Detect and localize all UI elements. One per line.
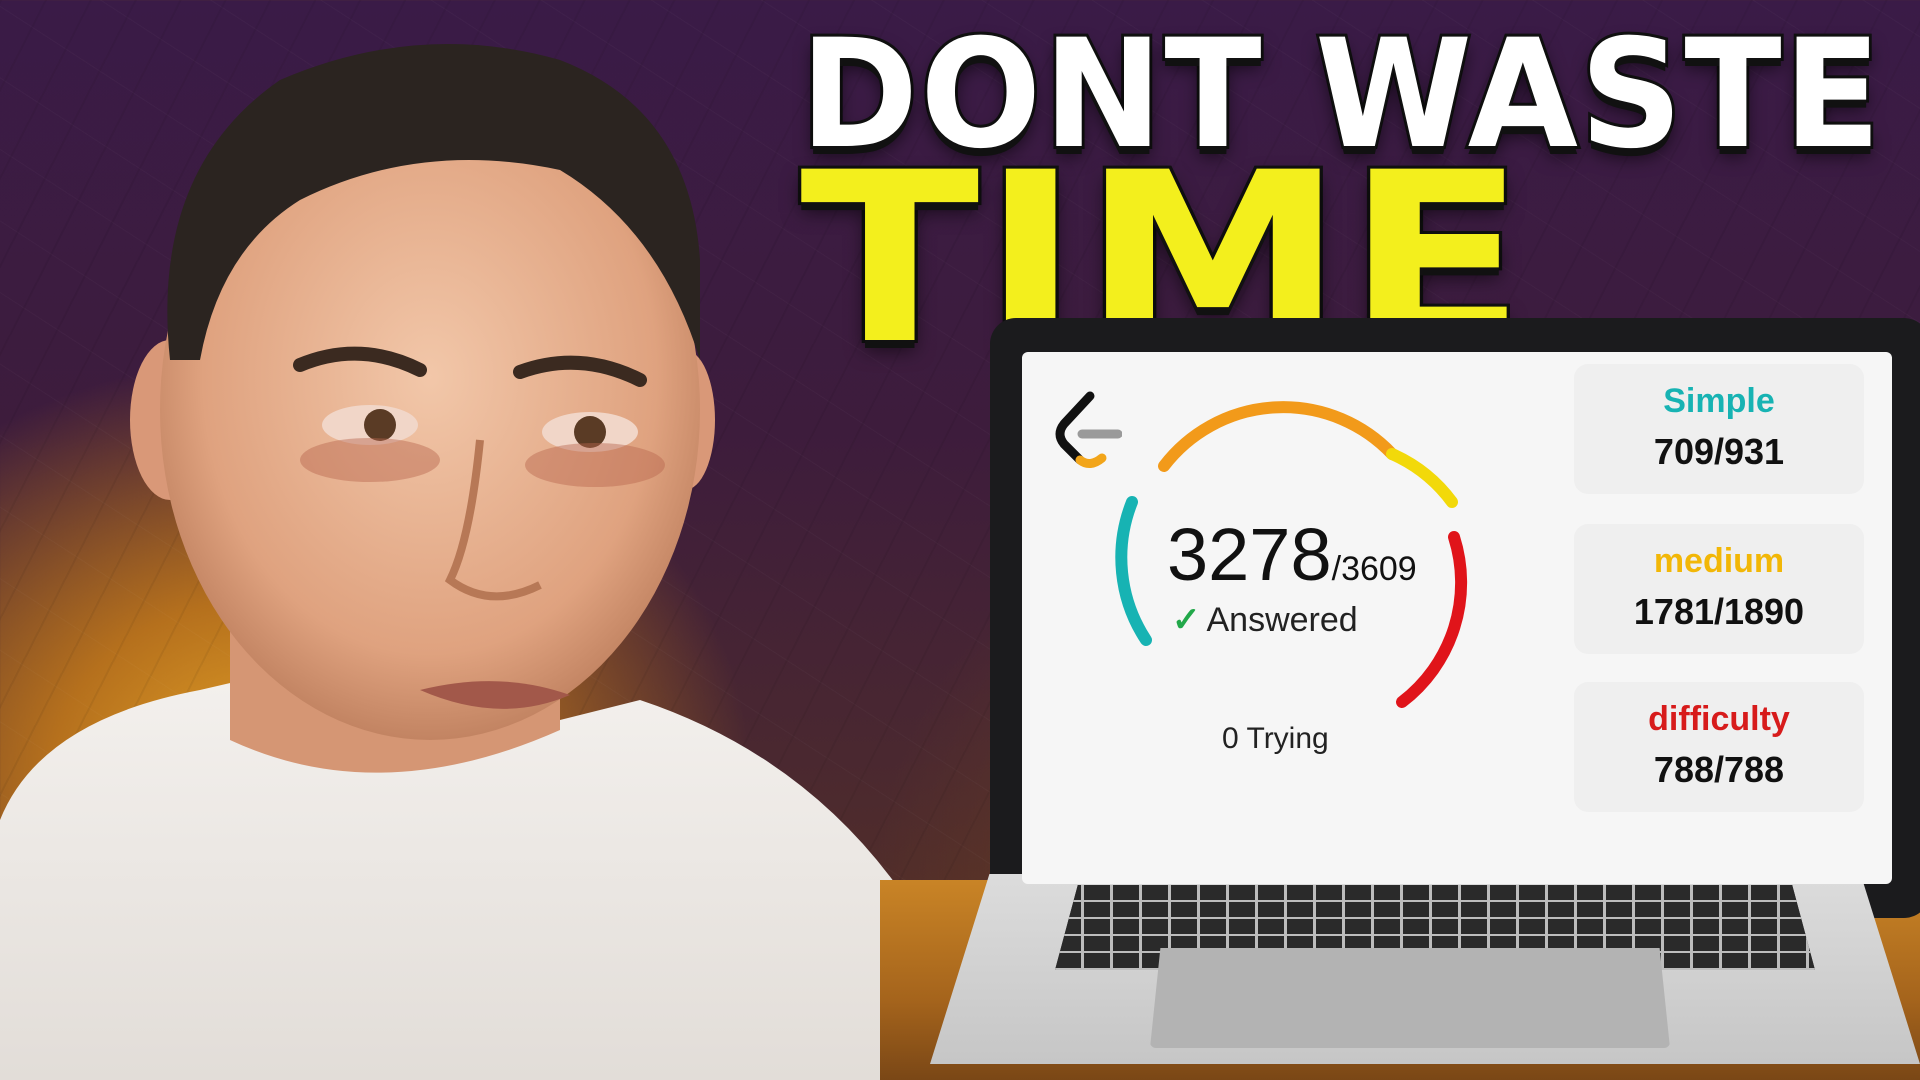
stat-label-difficulty: difficulty (1648, 700, 1790, 738)
stat-value-medium: 1781/1890 (1633, 591, 1805, 632)
solved-number: 3278 (1167, 513, 1332, 596)
answered-label: Answered (1206, 601, 1358, 639)
total-number: /3609 (1331, 550, 1417, 588)
laptop-screen: 3278/3609 ✓ Answered 0 Trying Simple 709/… (1022, 352, 1892, 884)
stat-card-simple: Simple 709/931 (1574, 364, 1864, 494)
stat-label-medium: medium (1653, 542, 1785, 580)
check-icon: ✓ (1172, 601, 1201, 639)
solved-count: 3278/3609 (1167, 512, 1417, 597)
stat-value-difficulty: 788/788 (1653, 749, 1785, 790)
stat-value-simple: 709/931 (1653, 431, 1785, 472)
trying-label: 0 Trying (1222, 722, 1329, 755)
stat-card-medium: medium 1781/1890 (1574, 524, 1864, 654)
answered-status: ✓ Answered (1172, 600, 1358, 640)
stat-label-simple: Simple (1663, 382, 1775, 420)
stat-card-difficulty: difficulty 788/788 (1574, 682, 1864, 812)
laptop-trackpad (1150, 948, 1670, 1048)
